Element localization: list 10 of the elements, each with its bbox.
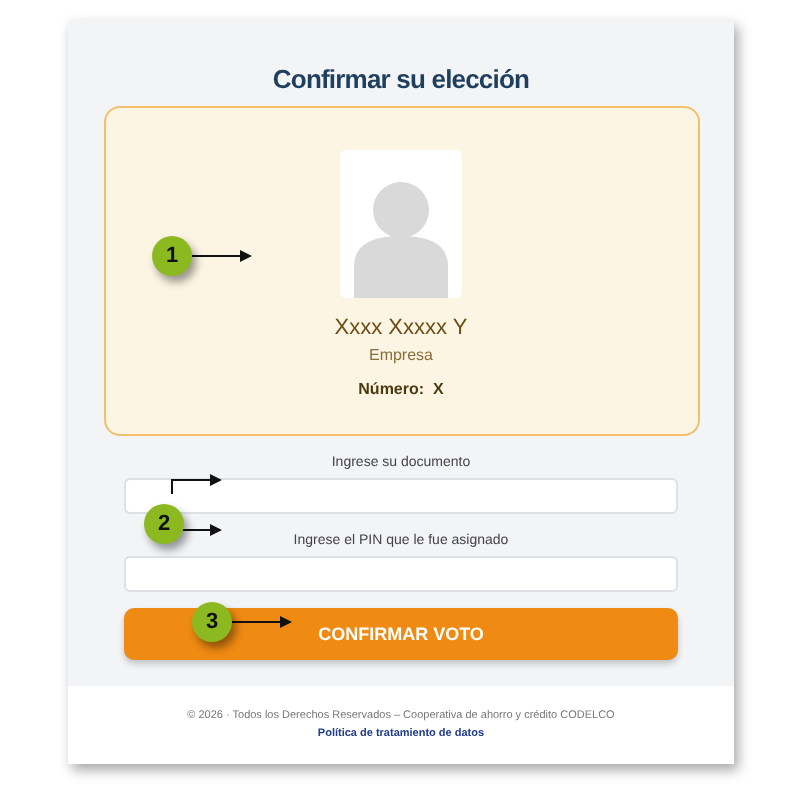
candidate-number: Número: X [358,380,444,400]
candidate-name: Xxxx Xxxxx Y [334,314,468,342]
avatar-icon [340,150,462,298]
input-field[interactable] [124,478,678,514]
input-field[interactable] [124,556,678,592]
candidate-company: Empresa [368,346,433,366]
arrow [192,250,252,262]
bracket-arrow [170,478,222,532]
page-title: Confirmar su elección [272,62,530,98]
arrow [232,616,292,628]
